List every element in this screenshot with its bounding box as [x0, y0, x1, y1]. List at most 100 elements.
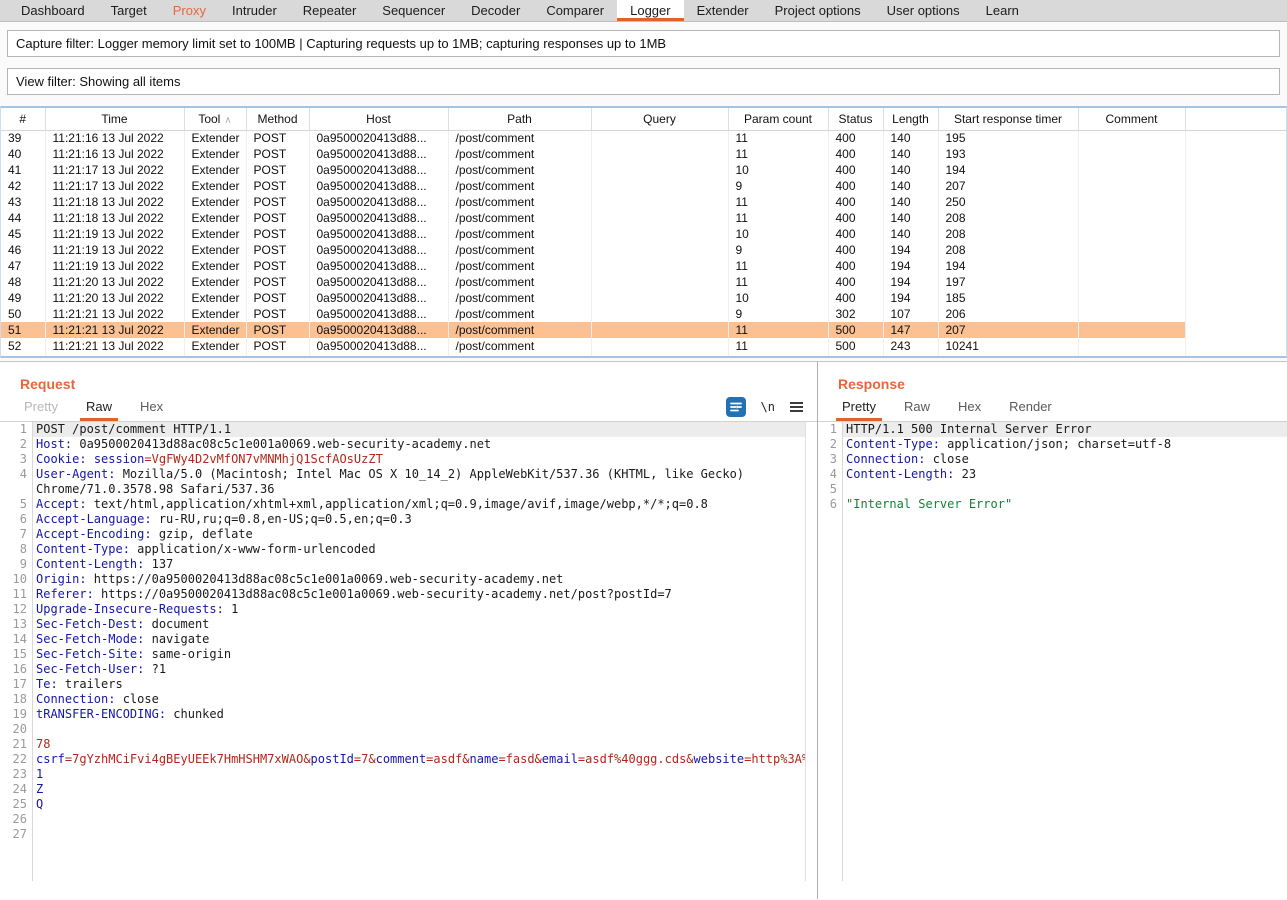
table-row[interactable]: 4811:21:20 13 Jul 2022ExtenderPOST0a9500… — [1, 274, 1286, 290]
request-tabs: PrettyRawHex \n — [0, 392, 817, 422]
code-line: 1HTTP/1.1 500 Internal Server Error — [818, 422, 1287, 437]
line-number: 5 — [818, 482, 842, 497]
response-panel: Response PrettyRawHexRender 1HTTP/1.1 50… — [818, 362, 1287, 899]
code-line: 11Referer: https://0a9500020413d88ac08c5… — [0, 587, 805, 602]
table-row[interactable]: 4311:21:18 13 Jul 2022ExtenderPOST0a9500… — [1, 194, 1286, 210]
table-row[interactable]: 5011:21:21 13 Jul 2022ExtenderPOST0a9500… — [1, 306, 1286, 322]
menu-tab-learn[interactable]: Learn — [973, 0, 1032, 21]
column-header-path[interactable]: Path — [448, 108, 591, 130]
newline-icon[interactable]: \n — [761, 400, 775, 414]
view-filter-text: View filter: Showing all items — [16, 74, 181, 89]
code-line: 26 — [0, 812, 805, 827]
menu-tab-intruder[interactable]: Intruder — [219, 0, 290, 21]
request-editor[interactable]: 1POST /post/comment HTTP/1.12Host: 0a950… — [0, 422, 806, 881]
menu-tab-user-options[interactable]: User options — [874, 0, 973, 21]
column-header-tool[interactable]: Tool∧ — [184, 108, 246, 130]
menu-tab-target[interactable]: Target — [98, 0, 160, 21]
request-tab-pretty[interactable]: Pretty — [10, 392, 72, 421]
response-tab-raw[interactable]: Raw — [890, 392, 944, 421]
line-number: 26 — [0, 812, 32, 827]
capture-filter-text: Capture filter: Logger memory limit set … — [16, 36, 666, 51]
column-header-start-response-timer[interactable]: Start response timer — [938, 108, 1078, 130]
request-tab-hex[interactable]: Hex — [126, 392, 177, 421]
column-header-status[interactable]: Status — [828, 108, 883, 130]
line-number: 21 — [0, 737, 32, 752]
table-row[interactable]: 4511:21:19 13 Jul 2022ExtenderPOST0a9500… — [1, 226, 1286, 242]
line-number: 4 — [818, 467, 842, 482]
table-row[interactable]: 4211:21:17 13 Jul 2022ExtenderPOST0a9500… — [1, 178, 1286, 194]
line-number: 1 — [0, 422, 32, 437]
table-row[interactable]: 5111:21:21 13 Jul 2022ExtenderPOST0a9500… — [1, 322, 1286, 338]
code-line: 8Content-Type: application/x-www-form-ur… — [0, 542, 805, 557]
column-header-query[interactable]: Query — [591, 108, 728, 130]
line-number: 14 — [0, 632, 32, 647]
column-header--[interactable]: # — [1, 108, 45, 130]
request-tab-raw[interactable]: Raw — [72, 392, 126, 421]
menu-tab-logger[interactable]: Logger — [617, 0, 683, 21]
code-line: 17Te: trailers — [0, 677, 805, 692]
code-line: 18Connection: close — [0, 692, 805, 707]
table-row[interactable]: 4011:21:16 13 Jul 2022ExtenderPOST0a9500… — [1, 146, 1286, 162]
line-number: 9 — [0, 557, 32, 572]
code-line: 4User-Agent: Mozilla/5.0 (Macintosh; Int… — [0, 467, 805, 497]
code-line: 27 — [0, 827, 805, 842]
table-row[interactable]: 4111:21:17 13 Jul 2022ExtenderPOST0a9500… — [1, 162, 1286, 178]
code-line: 13Sec-Fetch-Dest: document — [0, 617, 805, 632]
view-filter-bar[interactable]: View filter: Showing all items — [7, 68, 1280, 95]
request-panel: Request PrettyRawHex \n 1POST /post/comm… — [0, 362, 818, 899]
sort-asc-icon: ∧ — [224, 115, 231, 126]
code-line: 20 — [0, 722, 805, 737]
table-row[interactable]: 3911:21:16 13 Jul 2022ExtenderPOST0a9500… — [1, 130, 1286, 146]
table-row[interactable]: 4411:21:18 13 Jul 2022ExtenderPOST0a9500… — [1, 210, 1286, 226]
gutter-divider — [32, 422, 33, 881]
code-line: 25Q — [0, 797, 805, 812]
table-row[interactable]: 4711:21:19 13 Jul 2022ExtenderPOST0a9500… — [1, 258, 1286, 274]
line-number: 13 — [0, 617, 32, 632]
menu-icon[interactable] — [790, 400, 803, 414]
menu-tab-proxy[interactable]: Proxy — [160, 0, 219, 21]
response-editor[interactable]: 1HTTP/1.1 500 Internal Server Error2Cont… — [818, 422, 1287, 881]
table-row[interactable]: 5311:21:22 13 Jul 2022ExtenderPOST0a9500… — [1, 354, 1286, 358]
line-number: 12 — [0, 602, 32, 617]
line-number: 11 — [0, 587, 32, 602]
column-header-comment[interactable]: Comment — [1078, 108, 1185, 130]
line-number: 17 — [0, 677, 32, 692]
column-header-method[interactable]: Method — [246, 108, 309, 130]
menu-tab-decoder[interactable]: Decoder — [458, 0, 533, 21]
code-line: 2Content-Type: application/json; charset… — [818, 437, 1287, 452]
table-row[interactable]: 4611:21:19 13 Jul 2022ExtenderPOST0a9500… — [1, 242, 1286, 258]
line-number: 1 — [818, 422, 842, 437]
menu-tab-dashboard[interactable]: Dashboard — [8, 0, 98, 21]
response-tab-pretty[interactable]: Pretty — [828, 392, 890, 421]
capture-filter-bar[interactable]: Capture filter: Logger memory limit set … — [7, 30, 1280, 57]
column-header-time[interactable]: Time — [45, 108, 184, 130]
request-title: Request — [20, 376, 817, 392]
response-tabs: PrettyRawHexRender — [818, 392, 1287, 422]
column-header-host[interactable]: Host — [309, 108, 448, 130]
menu-tab-repeater[interactable]: Repeater — [290, 0, 369, 21]
menu-tab-extender[interactable]: Extender — [684, 0, 762, 21]
column-header-length[interactable]: Length — [883, 108, 938, 130]
column-header-param-count[interactable]: Param count — [728, 108, 828, 130]
log-table[interactable]: #TimeTool∧MethodHostPathQueryParam count… — [0, 106, 1287, 358]
code-line: 22csrf=7gYzhMCiFvi4gBEyUEEk7HmHSHM7xWAO&… — [0, 752, 805, 767]
table-row[interactable]: 4911:21:20 13 Jul 2022ExtenderPOST0a9500… — [1, 290, 1286, 306]
response-title: Response — [838, 376, 1287, 392]
response-tab-hex[interactable]: Hex — [944, 392, 995, 421]
line-number: 2 — [818, 437, 842, 452]
request-toolbar: \n — [726, 392, 817, 421]
message-editors: Request PrettyRawHex \n 1POST /post/comm… — [0, 361, 1287, 899]
response-tab-render[interactable]: Render — [995, 392, 1066, 421]
line-number: 23 — [0, 767, 32, 782]
gutter-divider — [842, 422, 843, 881]
main-menu-bar: DashboardTargetProxyIntruderRepeaterSequ… — [0, 0, 1287, 22]
menu-tab-comparer[interactable]: Comparer — [533, 0, 617, 21]
code-line: 2Host: 0a9500020413d88ac08c5c1e001a0069.… — [0, 437, 805, 452]
pretty-print-icon[interactable] — [726, 397, 746, 417]
menu-tab-project-options[interactable]: Project options — [762, 0, 874, 21]
line-number: 3 — [0, 452, 32, 467]
menu-tab-sequencer[interactable]: Sequencer — [369, 0, 458, 21]
code-line: 14Sec-Fetch-Mode: navigate — [0, 632, 805, 647]
code-line: 2178 — [0, 737, 805, 752]
table-row[interactable]: 5211:21:21 13 Jul 2022ExtenderPOST0a9500… — [1, 338, 1286, 354]
